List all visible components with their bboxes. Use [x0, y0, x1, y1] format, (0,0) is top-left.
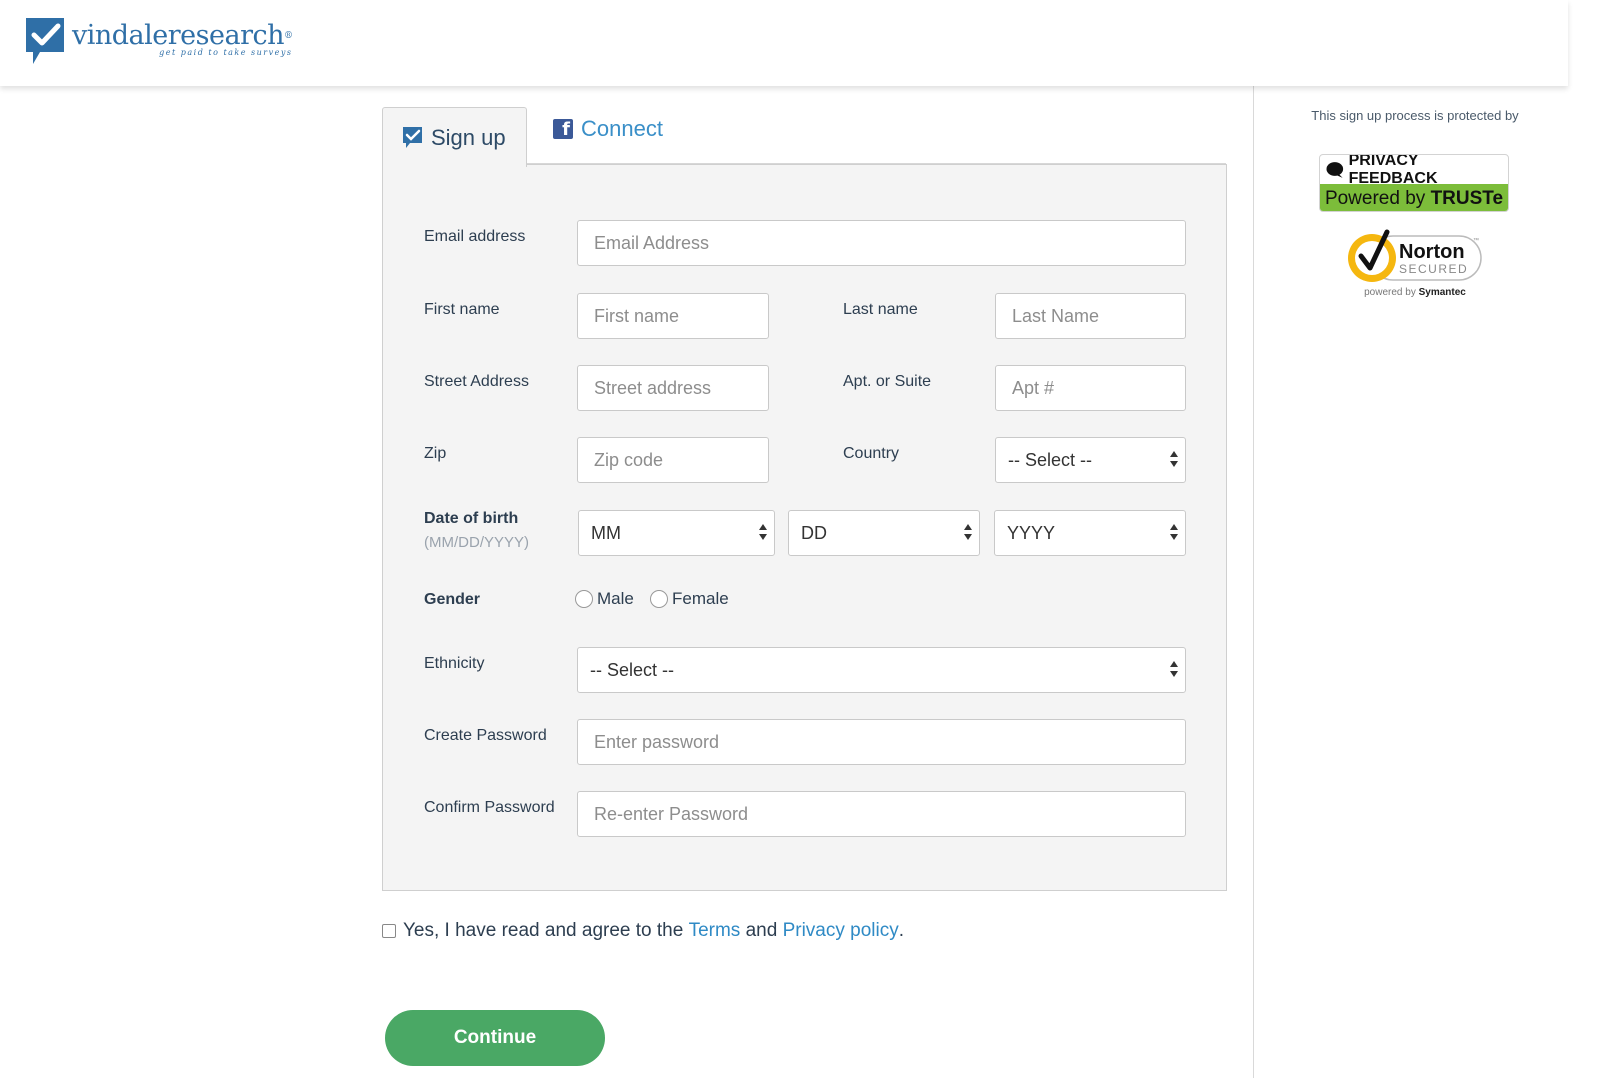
signup-check-icon: [403, 126, 422, 148]
truste-brand: TRUSTe: [1430, 188, 1504, 209]
norton-caption: powered by Symantec: [1364, 287, 1466, 298]
dob-format-hint: (MM/DD/YYYY): [424, 534, 529, 551]
dob-month-value: MM: [591, 523, 621, 543]
radio-circle-icon: [575, 590, 593, 608]
dob-label: Date of birth (MM/DD/YYYY): [424, 510, 529, 551]
ethnicity-select-value: -- Select --: [590, 660, 675, 680]
truste-badge[interactable]: PRIVACY FEEDBACK Powered by TRUSTe: [1319, 154, 1509, 212]
site-header: vindaleresearch® get paid to take survey…: [0, 0, 1568, 86]
vindale-logo[interactable]: vindaleresearch® get paid to take survey…: [26, 18, 293, 68]
terms-agreement: Yes, I have read and agree to the Terms …: [382, 920, 904, 942]
last-name-label: Last name: [843, 301, 918, 318]
email-field[interactable]: [577, 220, 1186, 266]
apt-field[interactable]: [995, 365, 1186, 411]
select-arrows-icon: [1169, 660, 1179, 680]
logo-tagline: get paid to take surveys: [159, 48, 293, 57]
confirm-password-field[interactable]: [577, 791, 1186, 837]
agreement-and: and: [745, 920, 778, 941]
street-address-label: Street Address: [424, 373, 529, 390]
logo-check-icon: [26, 18, 64, 64]
sidebar-divider: [1253, 86, 1254, 1078]
tab-connect[interactable]: f Connect: [553, 116, 663, 142]
truste-top-text: PRIVACY FEEDBACK: [1348, 154, 1438, 187]
select-arrows-icon: [1169, 450, 1179, 470]
norton-secured-text: SECURED: [1399, 262, 1468, 276]
speech-bubble-icon: [1326, 161, 1344, 178]
agreement-suffix: .: [898, 920, 905, 941]
radio-circle-icon: [650, 590, 668, 608]
create-password-label: Create Password: [424, 727, 547, 744]
signup-form-panel: Email address First name Last name Stree…: [382, 164, 1227, 891]
gender-male-label: Male: [597, 589, 634, 608]
dob-year-value: YYYY: [1007, 523, 1056, 543]
email-label: Email address: [424, 228, 526, 245]
terms-link[interactable]: Terms: [689, 920, 741, 942]
country-select-value: -- Select --: [1008, 450, 1093, 470]
confirm-password-label: Confirm Password: [424, 799, 555, 816]
norton-name: Norton: [1399, 241, 1465, 263]
ethnicity-select[interactable]: -- Select --: [577, 647, 1186, 693]
symantec-brand: Symantec: [1418, 287, 1466, 298]
terms-checkbox[interactable]: [382, 924, 396, 938]
continue-button[interactable]: Continue: [385, 1010, 605, 1066]
tab-signup[interactable]: Sign up: [382, 107, 527, 167]
dob-year-select[interactable]: YYYY: [994, 510, 1186, 556]
truste-bottom: Powered by TRUSTe: [1320, 184, 1508, 211]
dob-month-select[interactable]: MM: [578, 510, 775, 556]
first-name-field[interactable]: [577, 293, 769, 339]
gender-female-label: Female: [672, 589, 729, 608]
privacy-policy-link[interactable]: Privacy policy: [783, 920, 899, 942]
select-arrows-icon: [963, 523, 973, 543]
select-arrows-icon: [1169, 523, 1179, 543]
norton-tm: ™: [1473, 237, 1479, 244]
password-field[interactable]: [577, 719, 1186, 765]
select-arrows-icon: [758, 523, 768, 543]
tab-signup-label: Sign up: [431, 124, 506, 150]
country-label: Country: [843, 445, 900, 462]
zip-field[interactable]: [577, 437, 769, 483]
facebook-icon: f: [553, 119, 573, 139]
gender-female-radio[interactable]: Female: [650, 589, 729, 609]
protected-by-text: This sign up process is protected by: [1311, 108, 1519, 123]
tab-connect-label: Connect: [581, 116, 663, 141]
zip-label: Zip: [424, 445, 447, 462]
last-name-field[interactable]: [995, 293, 1186, 339]
country-select[interactable]: -- Select --: [995, 437, 1186, 483]
apt-label: Apt. or Suite: [843, 373, 932, 390]
scrollbar-track[interactable]: [1568, 0, 1600, 1078]
agreement-prefix: Yes, I have read and agree to the: [403, 920, 684, 941]
dob-day-select[interactable]: DD: [788, 510, 980, 556]
gender-label: Gender: [424, 591, 481, 608]
gender-male-radio[interactable]: Male: [575, 589, 634, 609]
street-address-field[interactable]: [577, 365, 769, 411]
ethnicity-label: Ethnicity: [424, 655, 485, 672]
dob-day-value: DD: [801, 523, 827, 543]
first-name-label: First name: [424, 301, 500, 318]
